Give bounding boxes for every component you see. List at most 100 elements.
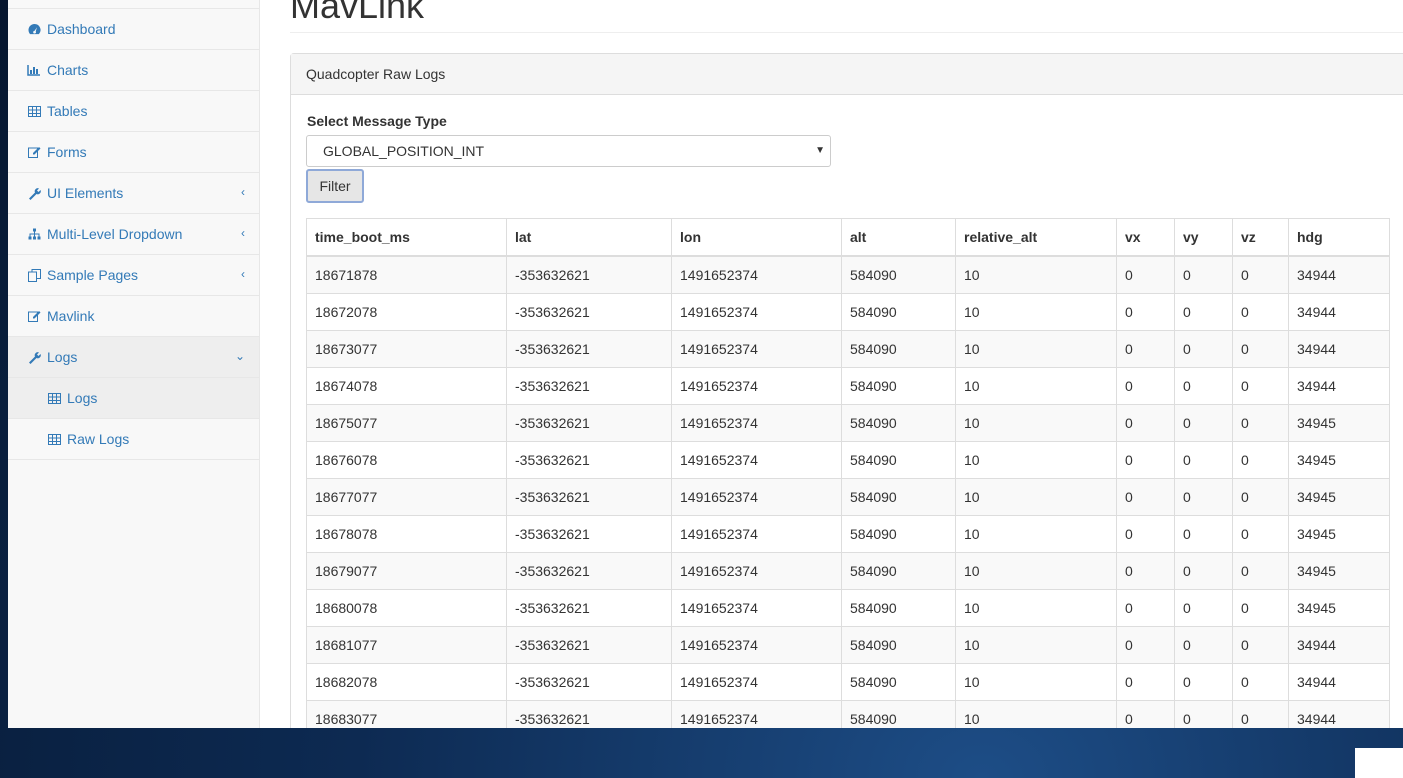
message-type-select[interactable]: GLOBAL_POSITION_INT ▼ — [306, 135, 831, 167]
edit-icon — [26, 145, 42, 159]
sidebar-item-label: Tables — [47, 103, 88, 119]
sidebar-item-tables[interactable]: Tables — [8, 91, 259, 132]
table-body: 18671878 -353632621 1491652374 584090 10 0 0 0 3… — [306, 255, 1390, 728]
table-cell: 0 — [1232, 478, 1289, 516]
table-cell: 0 — [1174, 663, 1233, 701]
chevron-left-icon: ‹ — [241, 185, 245, 199]
table-row: 18672078 -353632621 1491652374 584090 10 0 0 0 3… — [306, 293, 1390, 331]
wrench-icon — [26, 186, 42, 200]
table-cell: -353632621 — [506, 626, 672, 664]
column-header[interactable]: lon — [671, 218, 842, 257]
sidebar-item-forms[interactable]: Forms — [8, 132, 259, 173]
table-cell: 18673077 — [306, 330, 507, 368]
table-row: 18679077 -353632621 1491652374 584090 10 0 0 0 3… — [306, 552, 1390, 590]
sidebar-item-label: Sample Pages — [47, 267, 139, 283]
table-cell: 10 — [955, 441, 1117, 479]
sidebar-subitem-raw-logs[interactable]: Raw Logs — [8, 419, 259, 460]
table-cell: 10 — [955, 515, 1117, 553]
table-cell: 0 — [1174, 255, 1233, 294]
table-cell: 0 — [1232, 293, 1289, 331]
table-cell: 584090 — [841, 441, 956, 479]
column-header[interactable]: lat — [506, 218, 672, 257]
sidebar-item-sample-pages[interactable]: Sample Pages ‹ — [8, 255, 259, 296]
table-cell: 0 — [1232, 515, 1289, 553]
table-cell: 1491652374 — [671, 255, 842, 294]
table-cell: 0 — [1116, 293, 1175, 331]
wrench-icon — [26, 350, 42, 364]
table-cell: 10 — [955, 589, 1117, 627]
table-cell: -353632621 — [506, 552, 672, 590]
table-header-row: time_boot_ms lat lon alt relative_alt vx… — [306, 218, 1390, 257]
table-cell: -353632621 — [506, 330, 672, 368]
table-cell: -353632621 — [506, 255, 672, 294]
column-header[interactable]: time_boot_ms — [306, 218, 507, 257]
table-cell: 0 — [1174, 515, 1233, 553]
table-cell: 584090 — [841, 293, 956, 331]
table-cell: 0 — [1116, 589, 1175, 627]
table-row: 18674078 -353632621 1491652374 584090 10 0 0 0 3… — [306, 367, 1390, 405]
sidebar-item-mavlink[interactable]: Mavlink — [8, 296, 259, 337]
table-cell: 18676078 — [306, 441, 507, 479]
column-header[interactable]: relative_alt — [955, 218, 1117, 257]
table-cell: -353632621 — [506, 367, 672, 405]
table-cell: 18675077 — [306, 404, 507, 442]
table-cell: 34945 — [1288, 515, 1390, 553]
sidebar-subitem-logs[interactable]: Logs — [8, 378, 259, 419]
sidebar-item-charts[interactable]: Charts — [8, 50, 259, 91]
column-header[interactable]: vz — [1232, 218, 1289, 257]
table-cell: 34944 — [1288, 330, 1390, 368]
table-cell: 0 — [1116, 663, 1175, 701]
sidebar-item-ui-elements[interactable]: UI Elements ‹ — [8, 173, 259, 214]
filter-button[interactable]: Filter — [306, 169, 364, 203]
bar-chart-icon — [26, 63, 42, 77]
column-header[interactable]: vx — [1116, 218, 1175, 257]
sidebar-item-label: UI Elements — [47, 185, 124, 201]
table-cell: 0 — [1232, 255, 1289, 294]
table-cell: 34945 — [1288, 404, 1390, 442]
table-cell: 0 — [1174, 367, 1233, 405]
table-cell: 0 — [1232, 441, 1289, 479]
sidebar-item-multi-level-dropdown[interactable]: Multi-Level Dropdown ‹ — [8, 214, 259, 255]
table-cell: 18674078 — [306, 367, 507, 405]
sitemap-icon — [26, 227, 42, 241]
sidebar-item-logs[interactable]: Logs ⌄ — [8, 337, 259, 378]
table-cell: -353632621 — [506, 293, 672, 331]
column-header[interactable]: vy — [1174, 218, 1233, 257]
table-cell: 10 — [955, 626, 1117, 664]
table-cell: 0 — [1174, 404, 1233, 442]
table-cell: 10 — [955, 552, 1117, 590]
sidebar-item-dashboard[interactable]: Dashboard — [8, 9, 259, 50]
table-row: 18681077 -353632621 1491652374 584090 10 0 0 0 3… — [306, 626, 1390, 664]
table-cell: 0 — [1174, 330, 1233, 368]
table-row: 18678078 -353632621 1491652374 584090 10 0 0 0 3… — [306, 515, 1390, 553]
column-header[interactable]: alt — [841, 218, 956, 257]
table-icon — [48, 433, 61, 445]
table-cell: -353632621 — [506, 700, 672, 728]
sidebar-subitem-label: Raw Logs — [67, 431, 130, 447]
table-cell: 0 — [1232, 552, 1289, 590]
dashboard-icon — [26, 22, 42, 36]
table-row: 18677077 -353632621 1491652374 584090 10 0 0 0 3… — [306, 478, 1390, 516]
table-cell: 18681077 — [306, 626, 507, 664]
column-header[interactable]: hdg — [1288, 218, 1390, 257]
table-cell: 10 — [955, 404, 1117, 442]
sidebar: Dashboard Charts Tables Forms UI Element — [8, 0, 260, 728]
table-cell: 10 — [955, 663, 1117, 701]
table-cell: 18672078 — [306, 293, 507, 331]
table-cell: -353632621 — [506, 515, 672, 553]
table-cell: 0 — [1232, 404, 1289, 442]
table-cell: 10 — [955, 367, 1117, 405]
table-cell: 0 — [1174, 589, 1233, 627]
table-cell: 34945 — [1288, 441, 1390, 479]
table-cell: 0 — [1116, 441, 1175, 479]
sidebar-item-label: Logs — [47, 349, 78, 365]
table-cell: 34944 — [1288, 626, 1390, 664]
table-cell: 34945 — [1288, 478, 1390, 516]
table-cell: -353632621 — [506, 589, 672, 627]
table-cell: 0 — [1116, 478, 1175, 516]
table-icon — [48, 392, 61, 404]
sidebar-item-label: Forms — [47, 144, 87, 160]
table-row: 18680078 -353632621 1491652374 584090 10 0 0 0 3… — [306, 589, 1390, 627]
table-cell: 0 — [1232, 367, 1289, 405]
table-cell: 1491652374 — [671, 700, 842, 728]
